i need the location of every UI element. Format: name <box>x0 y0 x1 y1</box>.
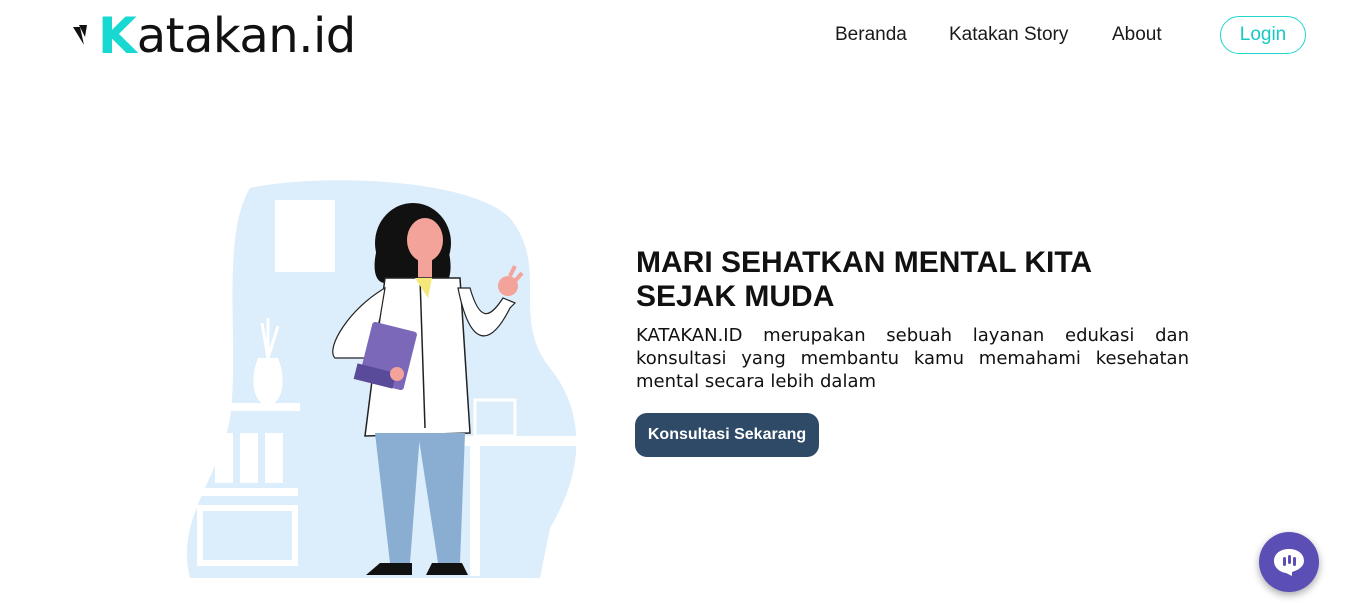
hero-title: MARI SEHATKAN MENTAL KITA SEJAK MUDA <box>636 246 1196 314</box>
nav-about-link[interactable]: About <box>1112 24 1162 46</box>
hero-title-line1: MARI SEHATKAN MENTAL KITA <box>636 246 1093 279</box>
nav-home-link[interactable]: Beranda <box>835 24 907 46</box>
consult-now-button[interactable]: Konsultasi Sekarang <box>635 413 819 457</box>
chat-button[interactable] <box>1259 532 1319 592</box>
doctor-illustration <box>178 180 590 578</box>
hero-title-line2: SEJAK MUDA <box>636 280 835 313</box>
chat-bubble-icon <box>1274 549 1304 576</box>
login-button[interactable]: Login <box>1220 16 1306 54</box>
nav-story-link[interactable]: Katakan Story <box>949 24 1068 46</box>
main-nav: Beranda Katakan Story About Login <box>0 16 1348 56</box>
hero-description: KATAKAN.ID merupakan sebuah layanan eduk… <box>636 325 1189 392</box>
